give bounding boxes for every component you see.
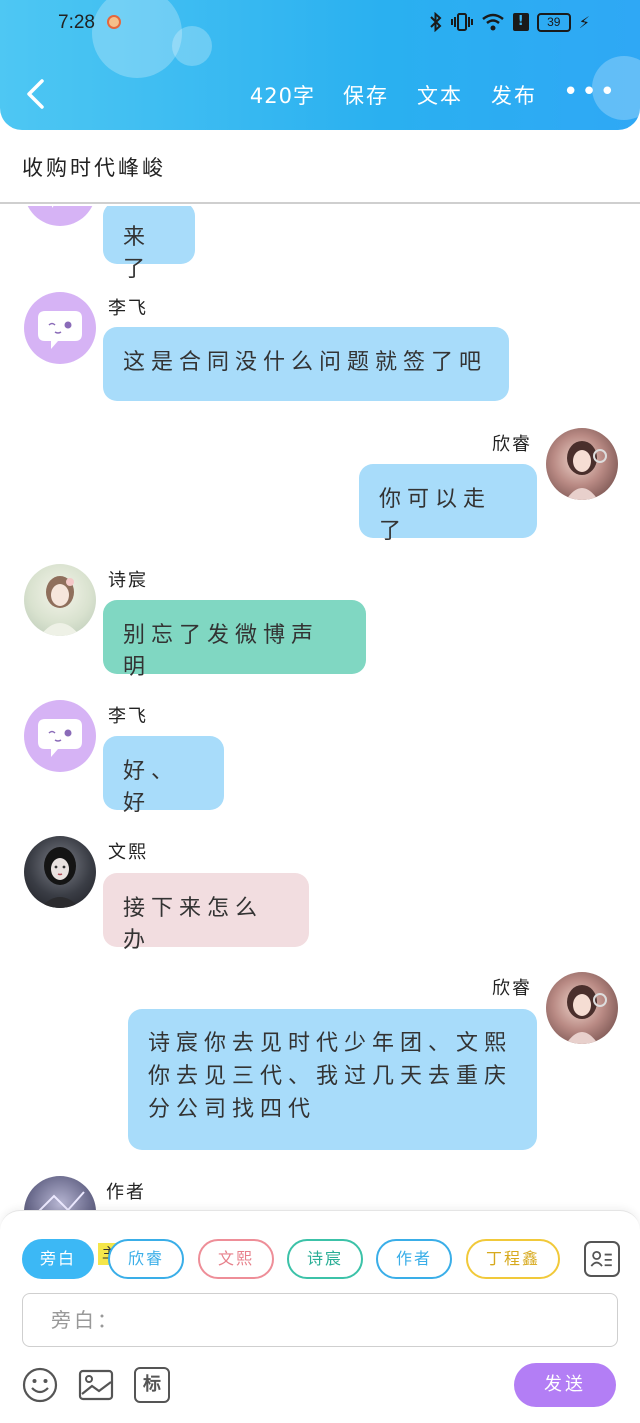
chat-bubble-icon (38, 311, 82, 349)
battery-icon: 39 (536, 12, 571, 32)
header-bar: 7:28 ! 39 ⚡ 420字 保存 文本 发布 ••• (0, 0, 640, 130)
author-avatar-icon (38, 1191, 85, 1210)
mark-label: 标 (143, 1374, 161, 1395)
word-count: 420字 (249, 84, 315, 108)
role-chip-label: 文熙 (217, 1249, 254, 1268)
chat-title[interactable]: 收购时代峰峻 (22, 152, 166, 182)
sender-name: 李飞 (108, 706, 148, 727)
role-chip-label: 欣睿 (127, 1249, 164, 1268)
role-chip-label: 丁程鑫 (485, 1249, 540, 1268)
character-portrait-icon (40, 576, 80, 636)
role-chip-wenxi[interactable]: 文熙 (198, 1239, 274, 1279)
message-bubble[interactable]: 这是合同没什么问题就签了吧 (103, 327, 509, 401)
role-chip-shichen[interactable]: 诗宸 (287, 1239, 363, 1279)
message-text: 接下来怎么办 (123, 896, 264, 953)
avatar[interactable] (546, 428, 618, 500)
avatar[interactable] (24, 564, 96, 636)
message-text: 别忘了发微博声明 (123, 623, 320, 680)
message-bubble[interactable]: 好、好 (103, 736, 224, 816)
chat-area[interactable]: 来了 李飞 这是合同没什么问题就签了吧 欣睿 你可以走了 诗宸 别忘了发微博声明… (0, 206, 640, 1210)
back-button[interactable] (24, 78, 46, 110)
mark-button[interactable]: 标 (134, 1367, 170, 1403)
role-chip-label: 诗宸 (306, 1249, 343, 1268)
message-text: 好、好 (123, 759, 180, 816)
message-text: 这是合同没什么问题就签了吧 (123, 350, 488, 375)
send-button[interactable]: 发送 (514, 1363, 616, 1407)
role-chip-label: 旁白 (39, 1249, 76, 1268)
character-portrait-icon (566, 985, 607, 1044)
sender-name: 欣睿 (492, 434, 532, 455)
message-input[interactable]: 旁白： (22, 1293, 618, 1347)
input-placeholder: 旁白： (51, 1308, 120, 1332)
more-button[interactable]: ••• (563, 79, 618, 105)
avatar[interactable] (546, 972, 618, 1044)
vibrate-icon (450, 13, 473, 31)
message-bubble[interactable]: 接下来怎么办 (103, 873, 309, 953)
role-chip-narrator[interactable]: 旁白 (22, 1239, 94, 1279)
sender-name: 诗宸 (108, 570, 148, 591)
charging-icon: ⚡ (578, 12, 590, 32)
character-portrait-icon (40, 847, 80, 908)
message-bubble[interactable]: 别忘了发微博声明 (103, 600, 366, 680)
role-chip-dingchengxin[interactable]: 丁程鑫 (466, 1239, 560, 1279)
character-portrait-icon (566, 441, 607, 500)
input-panel: 旁白 主 欣睿 文熙 诗宸 作者 丁程鑫 旁白： 标 发送 (0, 1210, 640, 1423)
message-bubble[interactable]: 来了 (103, 206, 195, 282)
title-row: 收购时代峰峻 (0, 130, 640, 204)
role-chip-author[interactable]: 作者 (376, 1239, 452, 1279)
avatar[interactable] (24, 1176, 96, 1210)
publish-button[interactable]: 发布 (491, 80, 537, 110)
emoji-icon[interactable] (22, 1367, 58, 1403)
avatar[interactable] (24, 206, 96, 226)
image-icon[interactable] (78, 1367, 114, 1403)
role-chip-xinrui[interactable]: 欣睿 (108, 1239, 184, 1279)
top-actions: 420字 保存 文本 发布 ••• (249, 79, 618, 110)
chat-bubble-icon (38, 719, 82, 757)
message-bubble[interactable]: 你可以走了 (359, 464, 537, 544)
sender-name: 欣睿 (492, 978, 532, 999)
notification-icon (107, 15, 121, 29)
message-text: 来了 (123, 225, 152, 282)
message-text: 你可以走了 (379, 487, 492, 544)
message-text: 诗宸你去见时代少年团、文熙你去见三代、我过几天去重庆分公司找四代 (148, 1031, 513, 1122)
wifi-icon (481, 13, 504, 31)
role-chip-label: 作者 (395, 1249, 432, 1268)
sender-name: 作者 (106, 1182, 146, 1203)
save-button[interactable]: 保存 (343, 80, 389, 110)
text-button[interactable]: 文本 (417, 80, 463, 110)
sender-name: 李飞 (108, 298, 148, 319)
alert-icon: ! (512, 13, 529, 31)
message-bubble[interactable]: 诗宸你去见时代少年团、文熙你去见三代、我过几天去重庆分公司找四代 (128, 1009, 537, 1150)
status-bar: 7:28 ! 39 ⚡ (0, 0, 640, 46)
avatar[interactable] (24, 292, 96, 364)
contacts-icon[interactable] (584, 1241, 620, 1277)
sender-name: 文熙 (108, 842, 148, 863)
avatar[interactable] (24, 836, 96, 908)
status-time: 7:28 (58, 12, 95, 33)
chat-bubble-icon (52, 206, 54, 208)
bluetooth-icon (430, 12, 442, 32)
status-icons: ! 39 ⚡ (429, 12, 590, 32)
avatar[interactable] (24, 700, 96, 772)
